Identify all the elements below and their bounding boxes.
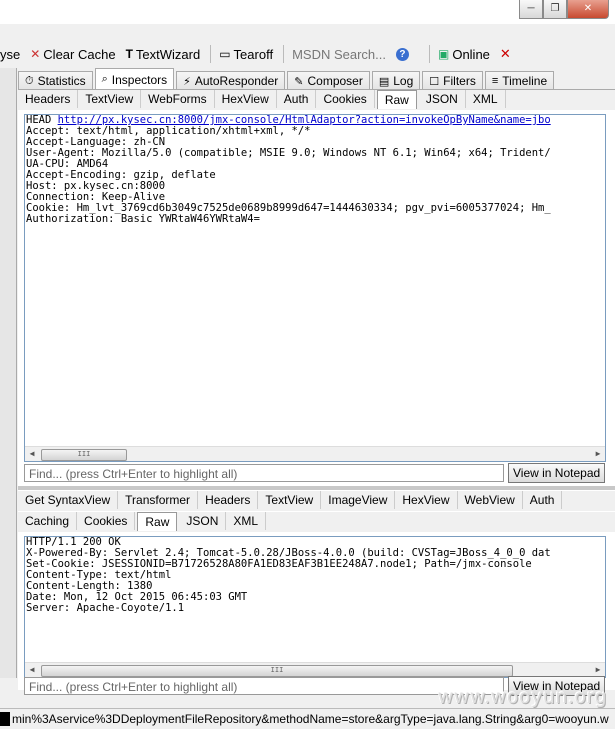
tab-inspectors[interactable]: ⌕ Inspectors (94, 68, 175, 90)
tab-statistics[interactable]: ⏱ Statistics (18, 71, 93, 90)
response-tab-raw[interactable]: Raw (137, 512, 178, 531)
tab-log[interactable]: ▤ Log (371, 71, 421, 90)
network-icon: ▣ (437, 47, 450, 61)
request-line: User-Agent: Mozilla/5.0 (compatible; MSI… (26, 147, 551, 159)
response-tab-cookies[interactable]: Cookies (77, 512, 136, 530)
status-text: min%3Aservice%3DDeploymentFileRepository… (12, 712, 609, 726)
request-tab-auth[interactable]: Auth (277, 90, 317, 108)
request-tab-raw[interactable]: Raw (376, 90, 417, 109)
request-tab-headers[interactable]: Headers (18, 90, 79, 108)
request-find-input[interactable]: Find... (press Ctrl+Enter to highlight a… (24, 464, 504, 482)
response-find-input[interactable]: Find... (press Ctrl+Enter to highlight a… (24, 677, 504, 695)
clear-cache-button[interactable]: ✕ Clear Cache (30, 47, 115, 62)
response-tab-json[interactable]: JSON (179, 512, 227, 530)
response-tab-transformer[interactable]: Transformer (118, 491, 199, 509)
response-tab-syntaxview[interactable]: Get SyntaxView (18, 491, 119, 509)
close-window-button[interactable]: ✕ (567, 0, 609, 19)
request-hscrollbar[interactable]: ◀ III ▶ (25, 446, 605, 461)
response-tab-headers[interactable]: Headers (198, 491, 259, 509)
stopwatch-icon: ⏱ (25, 74, 34, 87)
response-tab-caching[interactable]: Caching (18, 512, 78, 530)
request-subtabs: Headers TextView WebForms HexView Auth C… (18, 90, 615, 110)
status-indicator (0, 712, 10, 726)
toolbar-partial-item[interactable]: yse (0, 47, 20, 62)
request-hscroll-thumb[interactable]: III (41, 449, 127, 461)
clear-cache-icon: ✕ (30, 47, 41, 61)
panel-splitter[interactable] (18, 486, 615, 490)
log-icon: ▤ (378, 75, 390, 88)
response-raw-text[interactable]: HTTP/1.1 200 OK X-Powered-By: Servlet 2.4… (24, 536, 606, 678)
request-tab-webforms[interactable]: WebForms (141, 90, 215, 108)
inspect-icon: ⌕ (101, 73, 108, 85)
request-tab-hexview[interactable]: HexView (215, 90, 277, 108)
online-indicator[interactable]: ▣ Online (438, 47, 490, 62)
scroll-left-icon[interactable]: ◀ (25, 663, 39, 677)
request-tab-textview[interactable]: TextView (78, 90, 142, 108)
response-line: Server: Apache-Coyote/1.1 (26, 602, 185, 614)
response-tab-hexview[interactable]: HexView (395, 491, 458, 509)
tearoff-icon: ▭ (219, 47, 231, 61)
toolbar-separator (210, 45, 212, 63)
response-tab-xml[interactable]: XML (226, 512, 267, 530)
status-bar: min%3Aservice%3DDeploymentFileRepository… (0, 708, 615, 729)
response-hscrollbar[interactable]: ◀ III ▶ (25, 662, 605, 677)
msdn-search-input[interactable]: MSDN Search... (292, 47, 386, 62)
session-list-edge[interactable] (0, 68, 17, 678)
response-subtabs-row1: Get SyntaxView Transformer Headers TextV… (18, 491, 615, 511)
tab-autoresponder[interactable]: ⚡ AutoResponder (176, 71, 286, 90)
tab-composer[interactable]: ✎ Composer (287, 71, 370, 90)
close-toolbar-icon[interactable]: ✕ (500, 46, 511, 62)
window-controls: ─ ❐ ✕ (519, 0, 609, 19)
response-tab-imageview[interactable]: ImageView (321, 491, 396, 509)
textwizard-label: TextWizard (135, 46, 201, 62)
response-subtabs-row2: Caching Cookies Raw JSON XML (18, 512, 615, 532)
tearoff-button[interactable]: ▭ Tearoff (219, 47, 273, 62)
request-findbar: Find... (press Ctrl+Enter to highlight a… (24, 463, 606, 483)
window-titlebar: ─ ❐ ✕ (0, 0, 615, 24)
scroll-right-icon[interactable]: ▶ (591, 447, 605, 461)
main-toolbar: yse ✕ Clear Cache T TextWizard ▭ Tearoff… (0, 40, 615, 68)
restore-button[interactable]: ❐ (543, 0, 567, 19)
help-icon[interactable]: ? (395, 47, 409, 61)
request-tab-cookies[interactable]: Cookies (316, 90, 375, 108)
online-label: Online (452, 46, 490, 62)
request-line: Authorization: Basic YWRtaW46YWRtaW4= (26, 213, 260, 225)
request-tab-json[interactable]: JSON (419, 90, 466, 108)
watermark-text: www.wooyun.org (437, 686, 607, 708)
lightning-icon: ⚡ (183, 75, 191, 88)
timeline-icon: ≡ (491, 75, 499, 87)
inspectors-panel: Headers TextView WebForms HexView Auth C… (18, 89, 615, 690)
tab-filters[interactable]: ☐ Filters (422, 71, 483, 90)
response-tab-webview[interactable]: WebView (458, 491, 523, 509)
response-tab-auth[interactable]: Auth (523, 491, 563, 509)
request-tab-xml[interactable]: XML (466, 90, 506, 108)
main-tabstrip: ⏱ Statistics ⌕ Inspectors ⚡ AutoResponder ✎… (18, 68, 556, 90)
toolbar-separator (283, 45, 285, 63)
tab-timeline[interactable]: ≡ Timeline (484, 71, 555, 90)
textwizard-icon: T (125, 47, 133, 61)
compose-icon: ✎ (294, 75, 304, 88)
textwizard-button[interactable]: T TextWizard (126, 47, 201, 62)
response-tab-textview[interactable]: TextView (258, 491, 322, 509)
request-raw-text[interactable]: HEAD http://px.kysec.cn:8000/jmx-console… (24, 114, 606, 462)
clear-cache-label: Clear Cache (43, 46, 116, 62)
tearoff-label: Tearoff (233, 46, 274, 62)
scroll-left-icon[interactable]: ◀ (25, 447, 39, 461)
toolbar-separator (428, 45, 430, 63)
checkbox-icon: ☐ (429, 75, 440, 88)
request-view-in-notepad-button[interactable]: View in Notepad (508, 463, 606, 483)
minimize-button[interactable]: ─ (519, 0, 543, 19)
scroll-right-icon[interactable]: ▶ (591, 663, 605, 677)
